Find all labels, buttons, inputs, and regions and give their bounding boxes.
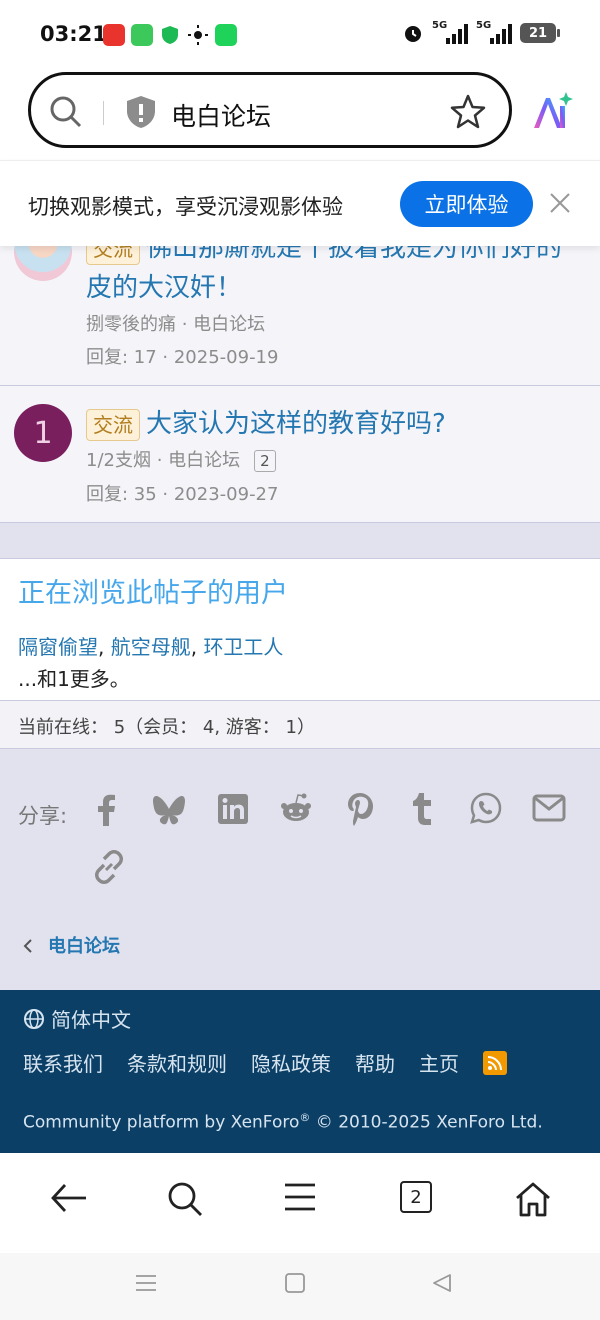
whatsapp-icon[interactable] bbox=[470, 792, 502, 824]
status-time: 03:21 bbox=[40, 22, 107, 46]
avatar[interactable]: 1 bbox=[14, 404, 72, 462]
battery-indicator: 21 bbox=[520, 23, 560, 43]
viewers-title[interactable]: 正在浏览此帖子的用户 bbox=[18, 571, 288, 610]
footer-link-privacy[interactable]: 隐私政策 bbox=[251, 1048, 331, 1077]
browser-bottom-nav: 2 bbox=[0, 1153, 600, 1253]
viewers-users: 隔窗偷望, 航空母舰, 环卫工人 bbox=[18, 635, 284, 659]
copyright[interactable]: Community platform by XenForo® © 2010-20… bbox=[23, 1111, 543, 1133]
thread-title-text[interactable]: 佛山那厮就是个披着我是为你们好的皮的大汉奸！ bbox=[86, 246, 562, 303]
copyright-prefix[interactable]: Community platform by XenForo bbox=[23, 1113, 299, 1133]
facebook-icon[interactable] bbox=[94, 794, 118, 826]
search-icon[interactable] bbox=[167, 1181, 203, 1217]
email-icon[interactable] bbox=[532, 794, 566, 822]
reddit-icon[interactable] bbox=[280, 792, 312, 824]
thread-author-forum: 1/2支烟 · 电白论坛 2 bbox=[86, 446, 276, 472]
thread-author-forum-text: 1/2支烟 · 电白论坛 bbox=[86, 450, 241, 471]
messages-icon bbox=[131, 24, 153, 46]
back-arrow-icon[interactable] bbox=[50, 1181, 88, 1215]
globe-icon bbox=[24, 1008, 44, 1029]
thread-title[interactable]: 交流 大家认为这样的教育好吗? bbox=[86, 404, 586, 444]
viewers-more[interactable]: ...和1更多。 bbox=[18, 663, 130, 692]
thread-replies-date: 回复: 35 · 2023-09-27 bbox=[86, 484, 279, 505]
chevron-left-icon bbox=[23, 939, 32, 953]
registered-mark: ® bbox=[299, 1111, 311, 1124]
linkedin-icon[interactable] bbox=[218, 794, 248, 824]
address-separator bbox=[103, 101, 104, 125]
home-icon[interactable] bbox=[514, 1181, 552, 1217]
viewers-block: 正在浏览此帖子的用户 隔窗偷望, 航空母舰, 环卫工人 ...和1更多。 bbox=[0, 558, 600, 701]
breadcrumb[interactable]: 电白论坛 bbox=[22, 932, 120, 958]
language-chooser[interactable]: 简体中文 bbox=[23, 1004, 131, 1033]
breadcrumb-label[interactable]: 电白论坛 bbox=[48, 936, 120, 957]
online-text: 当前在线： 5（会员： 4, 游客： 1） bbox=[18, 717, 315, 738]
address-bar-container: 电白论坛 bbox=[0, 70, 600, 160]
address-bar[interactable]: 电白论坛 bbox=[28, 72, 512, 148]
viewer-link[interactable]: 环卫工人 bbox=[203, 635, 283, 659]
try-now-button[interactable]: 立即体验 bbox=[400, 181, 533, 227]
back-triangle-icon[interactable] bbox=[432, 1273, 452, 1293]
thread-item[interactable]: 交流 佛山那厮就是个披着我是为你们好的皮的大汉奸！ 捌零後的痛 · 电白论坛 回复… bbox=[0, 246, 600, 386]
tabs-icon[interactable]: 2 bbox=[400, 1181, 432, 1213]
copyright-suffix: © 2010-2025 XenForo Ltd. bbox=[310, 1112, 543, 1133]
tumblr-icon[interactable] bbox=[410, 792, 434, 826]
viewer-link[interactable]: 航空母舰 bbox=[111, 635, 191, 659]
menu-icon[interactable] bbox=[284, 1181, 316, 1213]
online-stats: 当前在线： 5（会员： 4, 游客： 1） bbox=[0, 701, 600, 749]
thread-item[interactable]: 1 交流 大家认为这样的教育好吗? 1/2支烟 · 电白论坛 2 回复: 35 · … bbox=[0, 386, 600, 523]
home-button-icon[interactable] bbox=[285, 1273, 305, 1293]
thread-tag[interactable]: 交流 bbox=[86, 246, 140, 265]
thread-title[interactable]: 交流 佛山那厮就是个披着我是为你们好的皮的大汉奸！ bbox=[86, 246, 586, 308]
thread-tag[interactable]: 交流 bbox=[86, 408, 140, 441]
recents-icon[interactable] bbox=[136, 1273, 156, 1293]
shield-icon[interactable] bbox=[125, 95, 157, 129]
footer-link-contact[interactable]: 联系我们 bbox=[23, 1048, 103, 1077]
language-label[interactable]: 简体中文 bbox=[51, 1004, 131, 1033]
viewer-link[interactable]: 隔窗偷望 bbox=[18, 635, 98, 659]
brightness-icon bbox=[188, 25, 208, 45]
promo-banner: 切换观影模式，享受沉浸观影体验 立即体验 bbox=[0, 160, 600, 246]
promo-text: 切换观影模式，享受沉浸观影体验 bbox=[28, 195, 343, 219]
page-badge[interactable]: 2 bbox=[254, 450, 276, 472]
star-icon[interactable] bbox=[449, 93, 487, 131]
share-label: 分享: bbox=[18, 804, 68, 828]
status-app-icons bbox=[103, 24, 237, 46]
signal-1: 5G bbox=[432, 20, 468, 44]
thread-replies-date: 回复: 17 · 2025-09-19 bbox=[86, 347, 279, 368]
footer-links: 联系我们 条款和规则 隐私政策 帮助 主页 bbox=[23, 1048, 507, 1077]
footer-link-help[interactable]: 帮助 bbox=[355, 1048, 395, 1077]
page-content: 交流 佛山那厮就是个披着我是为你们好的皮的大汉奸！ 捌零後的痛 · 电白论坛 回复… bbox=[0, 246, 600, 990]
footer-link-home[interactable]: 主页 bbox=[419, 1048, 459, 1077]
bluesky-icon[interactable] bbox=[152, 795, 186, 825]
avatar[interactable] bbox=[14, 246, 72, 281]
app-icon-red bbox=[103, 24, 125, 46]
rss-icon[interactable] bbox=[483, 1050, 507, 1075]
shield-icon bbox=[162, 26, 178, 44]
thread-author-forum: 捌零後的痛 · 电白论坛 bbox=[86, 314, 266, 335]
wechat-icon bbox=[215, 24, 237, 46]
signal-2: 5G bbox=[476, 20, 512, 44]
link-icon[interactable] bbox=[92, 850, 126, 884]
close-icon[interactable] bbox=[548, 191, 572, 215]
status-bar: 03:21 5G 5G 21 bbox=[0, 0, 600, 70]
footer-link-terms[interactable]: 条款和规则 bbox=[127, 1048, 227, 1077]
signal-2-label: 5G bbox=[476, 20, 492, 31]
ai-assistant-icon[interactable] bbox=[530, 90, 574, 134]
status-right: 5G 5G 21 bbox=[402, 20, 560, 44]
footer: 简体中文 联系我们 条款和规则 隐私政策 帮助 主页 Community pla… bbox=[0, 990, 600, 1153]
pinterest-icon[interactable] bbox=[346, 792, 374, 826]
system-nav bbox=[0, 1253, 600, 1320]
address-text[interactable]: 电白论坛 bbox=[171, 97, 271, 133]
alarm-icon bbox=[405, 26, 421, 42]
signal-1-label: 5G bbox=[432, 20, 448, 31]
search-icon[interactable] bbox=[49, 95, 83, 129]
thread-title-text[interactable]: 大家认为这样的教育好吗? bbox=[146, 409, 446, 439]
